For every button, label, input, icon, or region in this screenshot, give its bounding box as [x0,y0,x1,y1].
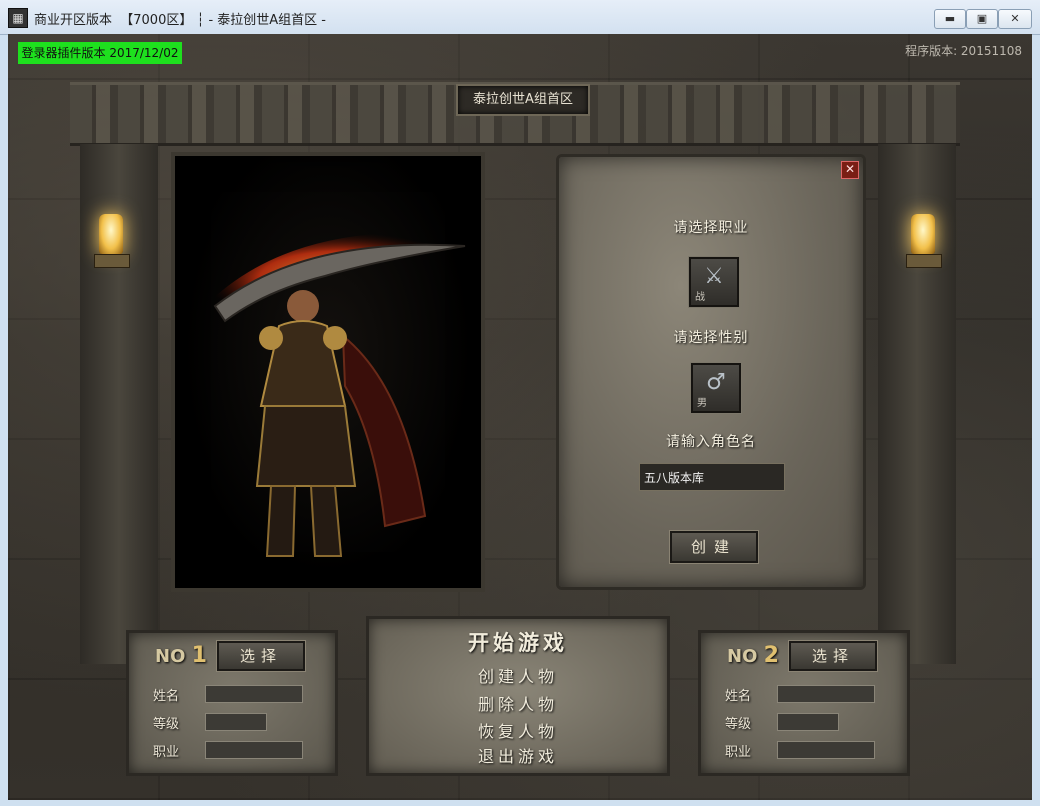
character-slot-2: NO 2 选择 姓名 等级 职业 [698,630,910,776]
slot-level-field [205,713,267,731]
maximize-button[interactable]: ▣ [966,9,998,29]
name-label: 姓名 [725,689,752,704]
gender-male-button[interactable]: ♂ 男 [691,363,741,413]
slot-no-label: NO [155,646,186,667]
program-version: 程序版本: 20151108 [905,44,1022,58]
character-name-input[interactable]: 五八版本库 [639,463,785,491]
exit-game-button[interactable]: 退出游戏 [369,743,667,767]
job-label: 职业 [725,745,752,760]
choose-gender-label: 请选择性别 [673,330,749,346]
start-game-button[interactable]: 开始游戏 [369,627,667,657]
create-button[interactable]: 创建 [670,531,758,563]
app-icon: ▦ [8,8,28,28]
select-slot-2-button[interactable]: 选择 [789,641,877,671]
character-slot-1: NO 1 选择 姓名 等级 职业 [126,630,338,776]
job-label: 职业 [153,745,180,760]
slot-number: NO 2 [727,643,779,668]
slot-level-field [777,713,839,731]
close-window-button[interactable]: ✕ [998,9,1032,29]
create-character-panel: ✕ 请选择职业 ⚔ 战 请选择性别 ♂ 男 请输入角色名 五八版本库 创建 [556,154,866,590]
lamp-icon [906,214,942,268]
slot-number: NO 1 [155,643,207,668]
warrior-character-image [205,232,475,557]
slot-job-field [777,741,875,759]
delete-character-button[interactable]: 删除人物 [369,691,667,715]
server-name-plate: 泰拉创世A组首区 [456,84,590,116]
character-preview [171,152,485,592]
plugin-version-badge: 登录器插件版本 2017/12/02 [18,42,182,64]
lamp-icon [94,214,130,268]
slot-name-field [205,685,303,703]
choose-class-label: 请选择职业 [673,220,749,236]
class-warrior-button[interactable]: ⚔ 战 [689,257,739,307]
window-title: 商业开区版本 【7000区】 ┆ - 泰拉创世A组首区 - [34,13,326,28]
level-label: 等级 [725,717,752,732]
slot-job-field [205,741,303,759]
select-slot-1-button[interactable]: 选择 [217,641,305,671]
game-screen: 登录器插件版本 2017/12/02 程序版本: 20151108 泰拉创世A组… [8,34,1032,800]
restore-character-button[interactable]: 恢复人物 [369,718,667,742]
gender-caption: 男 [697,398,707,409]
class-caption: 战 [695,292,705,303]
slot-no-value: 1 [191,643,207,668]
create-character-button[interactable]: 创建人物 [369,663,667,687]
level-label: 等级 [153,717,180,732]
slot-no-value: 2 [763,643,779,668]
enter-name-label: 请输入角色名 [666,434,756,450]
slot-no-label: NO [727,646,758,667]
name-label: 姓名 [153,689,180,704]
main-menu: 开始游戏 创建人物 删除人物 恢复人物 退出游戏 [366,616,670,776]
close-icon[interactable]: ✕ [841,161,859,179]
minimize-button[interactable]: ▬ [934,9,966,29]
slot-name-field [777,685,875,703]
window-titlebar[interactable]: ▦ 商业开区版本 【7000区】 ┆ - 泰拉创世A组首区 - ▬ ▣ ✕ [0,0,1040,35]
